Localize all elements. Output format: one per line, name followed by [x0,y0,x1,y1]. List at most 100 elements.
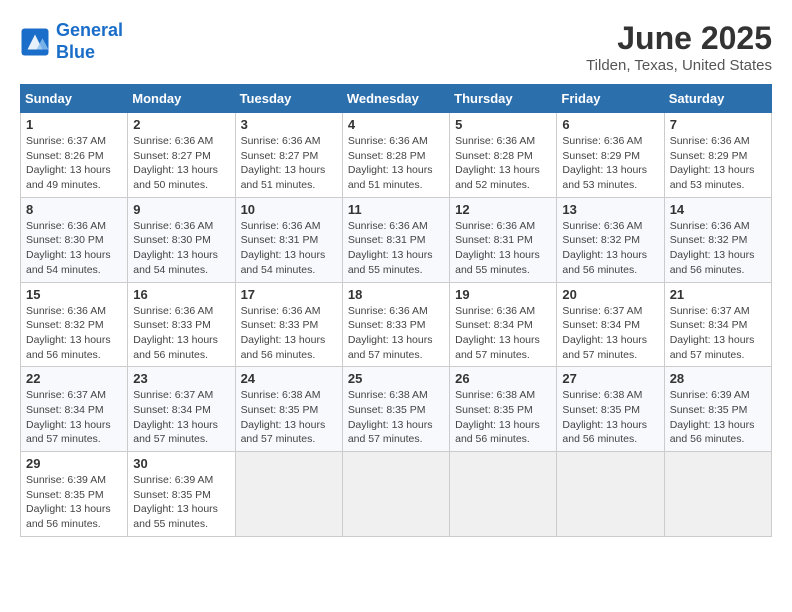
day-info: Sunrise: 6:37 AM Sunset: 8:34 PM Dayligh… [26,388,122,447]
day-info: Sunrise: 6:36 AM Sunset: 8:27 PM Dayligh… [133,134,229,193]
day-info: Sunrise: 6:36 AM Sunset: 8:33 PM Dayligh… [348,304,444,363]
calendar-week-4: 22 Sunrise: 6:37 AM Sunset: 8:34 PM Dayl… [21,367,772,452]
calendar-cell [557,452,664,537]
calendar-week-2: 8 Sunrise: 6:36 AM Sunset: 8:30 PM Dayli… [21,197,772,282]
day-number: 17 [241,287,337,302]
day-info: Sunrise: 6:39 AM Sunset: 8:35 PM Dayligh… [26,473,122,532]
day-info: Sunrise: 6:37 AM Sunset: 8:26 PM Dayligh… [26,134,122,193]
weekday-header-wednesday: Wednesday [342,85,449,113]
location-title: Tilden, Texas, United States [586,57,772,74]
day-number: 8 [26,202,122,217]
day-info: Sunrise: 6:39 AM Sunset: 8:35 PM Dayligh… [133,473,229,532]
day-info: Sunrise: 6:38 AM Sunset: 8:35 PM Dayligh… [241,388,337,447]
calendar-cell: 1 Sunrise: 6:37 AM Sunset: 8:26 PM Dayli… [21,113,128,198]
logo-text: General Blue [56,20,123,63]
calendar-cell [342,452,449,537]
day-number: 6 [562,117,658,132]
calendar-cell [664,452,771,537]
calendar-cell: 22 Sunrise: 6:37 AM Sunset: 8:34 PM Dayl… [21,367,128,452]
day-info: Sunrise: 6:36 AM Sunset: 8:30 PM Dayligh… [133,219,229,278]
day-info: Sunrise: 6:38 AM Sunset: 8:35 PM Dayligh… [455,388,551,447]
day-number: 25 [348,371,444,386]
calendar-cell: 28 Sunrise: 6:39 AM Sunset: 8:35 PM Dayl… [664,367,771,452]
calendar-cell: 27 Sunrise: 6:38 AM Sunset: 8:35 PM Dayl… [557,367,664,452]
logo: General Blue [20,20,123,63]
weekday-header-thursday: Thursday [450,85,557,113]
day-info: Sunrise: 6:37 AM Sunset: 8:34 PM Dayligh… [670,304,766,363]
day-number: 20 [562,287,658,302]
day-number: 10 [241,202,337,217]
calendar-week-3: 15 Sunrise: 6:36 AM Sunset: 8:32 PM Dayl… [21,282,772,367]
day-info: Sunrise: 6:37 AM Sunset: 8:34 PM Dayligh… [133,388,229,447]
day-number: 28 [670,371,766,386]
calendar-cell: 26 Sunrise: 6:38 AM Sunset: 8:35 PM Dayl… [450,367,557,452]
day-number: 18 [348,287,444,302]
calendar-cell [450,452,557,537]
day-number: 22 [26,371,122,386]
day-number: 13 [562,202,658,217]
calendar-cell: 14 Sunrise: 6:36 AM Sunset: 8:32 PM Dayl… [664,197,771,282]
day-number: 5 [455,117,551,132]
calendar-cell: 10 Sunrise: 6:36 AM Sunset: 8:31 PM Dayl… [235,197,342,282]
calendar-cell: 16 Sunrise: 6:36 AM Sunset: 8:33 PM Dayl… [128,282,235,367]
day-number: 11 [348,202,444,217]
day-info: Sunrise: 6:36 AM Sunset: 8:28 PM Dayligh… [455,134,551,193]
calendar-cell: 3 Sunrise: 6:36 AM Sunset: 8:27 PM Dayli… [235,113,342,198]
day-number: 1 [26,117,122,132]
weekday-header-friday: Friday [557,85,664,113]
day-number: 4 [348,117,444,132]
day-info: Sunrise: 6:36 AM Sunset: 8:31 PM Dayligh… [348,219,444,278]
day-info: Sunrise: 6:36 AM Sunset: 8:28 PM Dayligh… [348,134,444,193]
day-info: Sunrise: 6:36 AM Sunset: 8:29 PM Dayligh… [670,134,766,193]
day-info: Sunrise: 6:36 AM Sunset: 8:33 PM Dayligh… [133,304,229,363]
calendar-cell: 6 Sunrise: 6:36 AM Sunset: 8:29 PM Dayli… [557,113,664,198]
day-number: 3 [241,117,337,132]
calendar-cell: 17 Sunrise: 6:36 AM Sunset: 8:33 PM Dayl… [235,282,342,367]
day-number: 24 [241,371,337,386]
month-title: June 2025 [586,20,772,57]
calendar-week-1: 1 Sunrise: 6:37 AM Sunset: 8:26 PM Dayli… [21,113,772,198]
calendar-body: 1 Sunrise: 6:37 AM Sunset: 8:26 PM Dayli… [21,113,772,537]
day-number: 26 [455,371,551,386]
calendar-cell: 23 Sunrise: 6:37 AM Sunset: 8:34 PM Dayl… [128,367,235,452]
day-info: Sunrise: 6:36 AM Sunset: 8:32 PM Dayligh… [26,304,122,363]
calendar-cell: 21 Sunrise: 6:37 AM Sunset: 8:34 PM Dayl… [664,282,771,367]
day-info: Sunrise: 6:36 AM Sunset: 8:27 PM Dayligh… [241,134,337,193]
calendar-cell: 30 Sunrise: 6:39 AM Sunset: 8:35 PM Dayl… [128,452,235,537]
day-info: Sunrise: 6:36 AM Sunset: 8:29 PM Dayligh… [562,134,658,193]
day-info: Sunrise: 6:36 AM Sunset: 8:34 PM Dayligh… [455,304,551,363]
calendar-header-row: SundayMondayTuesdayWednesdayThursdayFrid… [21,85,772,113]
calendar-cell: 2 Sunrise: 6:36 AM Sunset: 8:27 PM Dayli… [128,113,235,198]
calendar-cell: 20 Sunrise: 6:37 AM Sunset: 8:34 PM Dayl… [557,282,664,367]
day-info: Sunrise: 6:36 AM Sunset: 8:31 PM Dayligh… [241,219,337,278]
day-number: 30 [133,456,229,471]
calendar-cell: 7 Sunrise: 6:36 AM Sunset: 8:29 PM Dayli… [664,113,771,198]
day-number: 2 [133,117,229,132]
calendar-cell: 5 Sunrise: 6:36 AM Sunset: 8:28 PM Dayli… [450,113,557,198]
day-info: Sunrise: 6:39 AM Sunset: 8:35 PM Dayligh… [670,388,766,447]
calendar-cell: 11 Sunrise: 6:36 AM Sunset: 8:31 PM Dayl… [342,197,449,282]
day-info: Sunrise: 6:37 AM Sunset: 8:34 PM Dayligh… [562,304,658,363]
calendar-cell: 18 Sunrise: 6:36 AM Sunset: 8:33 PM Dayl… [342,282,449,367]
day-info: Sunrise: 6:36 AM Sunset: 8:33 PM Dayligh… [241,304,337,363]
calendar-cell: 13 Sunrise: 6:36 AM Sunset: 8:32 PM Dayl… [557,197,664,282]
day-info: Sunrise: 6:36 AM Sunset: 8:31 PM Dayligh… [455,219,551,278]
calendar-cell: 29 Sunrise: 6:39 AM Sunset: 8:35 PM Dayl… [21,452,128,537]
day-number: 19 [455,287,551,302]
page-header: General Blue June 2025 Tilden, Texas, Un… [20,20,772,74]
day-number: 12 [455,202,551,217]
day-info: Sunrise: 6:36 AM Sunset: 8:32 PM Dayligh… [670,219,766,278]
weekday-header-monday: Monday [128,85,235,113]
calendar-cell: 15 Sunrise: 6:36 AM Sunset: 8:32 PM Dayl… [21,282,128,367]
day-number: 23 [133,371,229,386]
day-number: 9 [133,202,229,217]
day-number: 21 [670,287,766,302]
weekday-header-saturday: Saturday [664,85,771,113]
day-info: Sunrise: 6:36 AM Sunset: 8:30 PM Dayligh… [26,219,122,278]
weekday-header-sunday: Sunday [21,85,128,113]
day-info: Sunrise: 6:38 AM Sunset: 8:35 PM Dayligh… [562,388,658,447]
calendar-cell: 24 Sunrise: 6:38 AM Sunset: 8:35 PM Dayl… [235,367,342,452]
calendar-cell: 12 Sunrise: 6:36 AM Sunset: 8:31 PM Dayl… [450,197,557,282]
day-number: 14 [670,202,766,217]
calendar-cell: 9 Sunrise: 6:36 AM Sunset: 8:30 PM Dayli… [128,197,235,282]
